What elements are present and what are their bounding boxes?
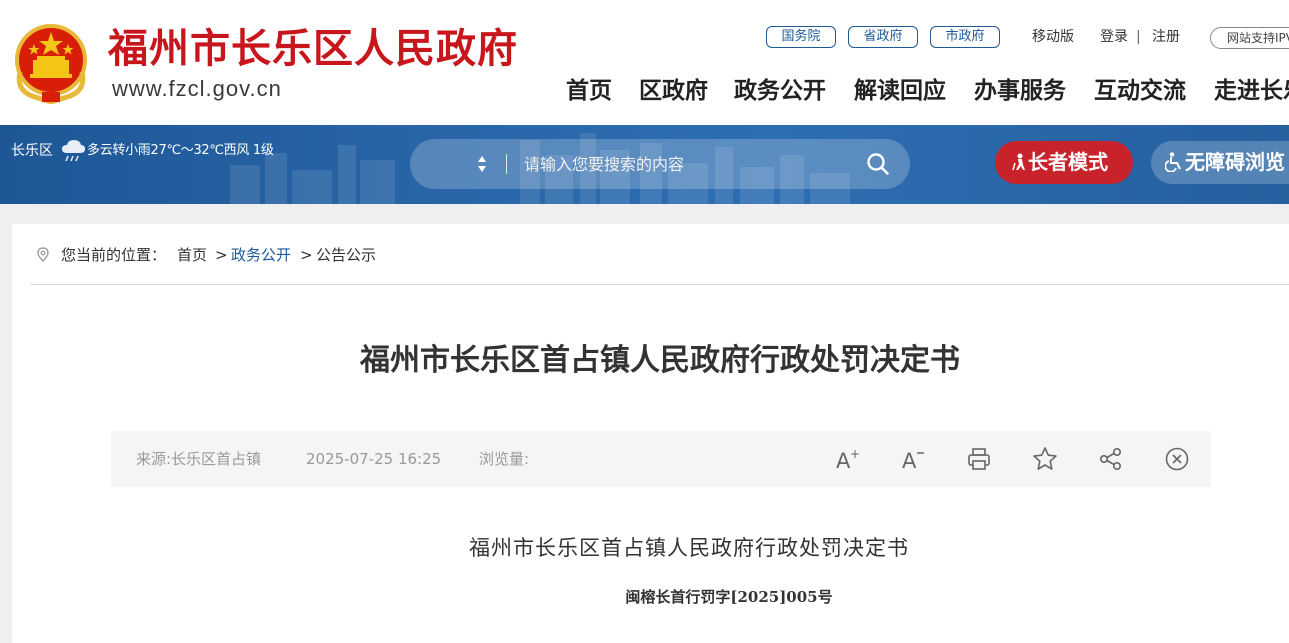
search-input[interactable] — [524, 151, 844, 177]
font-increase-icon[interactable]: A + — [833, 445, 861, 473]
breadcrumb-prefix: 您当前的位置： — [61, 246, 167, 264]
share-icon[interactable] — [1097, 445, 1125, 473]
document-title: 福州市长乐区首占镇人民政府行政处罚决定书 — [469, 536, 909, 560]
nav-about-changle[interactable]: 走进长乐 — [1214, 73, 1289, 109]
close-icon[interactable] — [1163, 445, 1191, 473]
login-register-separator: | — [1136, 29, 1141, 45]
nav-services[interactable]: 办事服务 — [974, 73, 1066, 109]
national-emblem-icon[interactable] — [12, 22, 90, 104]
breadcrumb-divider — [30, 284, 1289, 285]
accessibility-label: 无障碍浏览 — [1185, 150, 1285, 174]
breadcrumb-separator: > — [300, 246, 313, 264]
search-icon[interactable] — [866, 152, 890, 176]
elder-mode-button[interactable]: 长者模式 — [995, 141, 1133, 184]
svg-text:+: + — [850, 447, 860, 461]
font-decrease-icon[interactable]: A — [899, 445, 927, 473]
nav-interpretation[interactable]: 解读回应 — [854, 73, 946, 109]
wheelchair-icon — [1165, 152, 1181, 172]
breadcrumb-gov-affairs[interactable]: 政务公开 — [231, 244, 291, 266]
search-box — [410, 139, 910, 189]
elder-mode-label: 长者模式 — [1028, 150, 1108, 174]
mobile-version-link[interactable]: 移动版 — [1032, 26, 1074, 48]
svg-text:A: A — [902, 449, 917, 473]
article-date: 2025-07-25 16:25 — [306, 450, 442, 468]
site-url[interactable]: www.fzcl.gov.cn — [112, 76, 282, 102]
login-link[interactable]: 登录 — [1100, 26, 1128, 48]
location-pin-icon — [37, 247, 49, 262]
favorite-star-icon[interactable] — [1031, 445, 1059, 473]
weather-district: 长乐区 — [11, 143, 53, 159]
weather-forecast: 多云转小雨27℃～32℃西风 1级 — [87, 143, 274, 158]
nav-district-gov[interactable]: 区政府 — [639, 73, 708, 109]
search-divider — [506, 154, 507, 174]
breadcrumb-home[interactable]: 首页 — [177, 244, 207, 266]
register-link[interactable]: 注册 — [1152, 26, 1180, 48]
content-panel: 您当前的位置： 首页 > 政务公开 > 公告公示 福州市长乐区首占镇人民政府行政… — [12, 224, 1289, 643]
document-number: 闽榕长首行罚字[2025]005号 — [625, 588, 833, 606]
banner-bar: 长乐区 多云转小雨27℃～32℃西风 1级 长者模式 — [0, 125, 1289, 204]
site-header: 福州市长乐区人民政府 www.fzcl.gov.cn 国务院 省政府 市政府 移… — [0, 0, 1289, 125]
nav-home[interactable]: 首页 — [566, 73, 612, 109]
nav-gov-affairs[interactable]: 政务公开 — [734, 73, 826, 109]
article-meta-bar: 来源:长乐区首占镇 2025-07-25 16:25 浏览量: A + A — [111, 431, 1211, 487]
svg-text:A: A — [836, 449, 851, 473]
nav-interaction[interactable]: 互动交流 — [1094, 73, 1186, 109]
article-title: 福州市长乐区首占镇人民政府行政处罚决定书 — [360, 343, 960, 378]
provincial-gov-link[interactable]: 省政府 — [848, 26, 918, 48]
rain-cloud-icon — [62, 140, 85, 162]
print-icon[interactable] — [965, 445, 993, 473]
ipv6-badge: 网站支持IPV6 — [1210, 27, 1289, 49]
search-scope-toggle-icon[interactable] — [476, 153, 488, 175]
article-source: 来源:长乐区首占镇 — [136, 450, 262, 468]
breadcrumb-announcements[interactable]: 公告公示 — [316, 244, 376, 266]
accessibility-button[interactable]: 无障碍浏览 — [1151, 141, 1289, 184]
city-gov-link[interactable]: 市政府 — [930, 26, 1000, 48]
elder-person-icon — [1012, 153, 1025, 171]
breadcrumb-separator: > — [215, 246, 228, 264]
site-title[interactable]: 福州市长乐区人民政府 — [108, 24, 518, 74]
state-council-link[interactable]: 国务院 — [766, 26, 836, 48]
article-views: 浏览量: — [479, 450, 530, 468]
